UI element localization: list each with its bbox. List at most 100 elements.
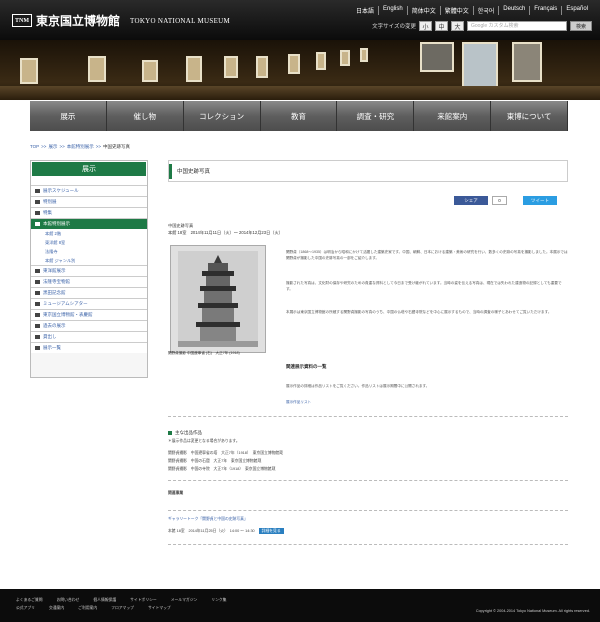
copyright: Copyright © 2004-2014 Tokyo National Mus…	[475, 609, 590, 613]
footer-link[interactable]: メールマガジン	[171, 598, 198, 603]
text-size-small-button[interactable]: 小	[419, 21, 432, 31]
footer-link[interactable]: フロアマップ	[111, 606, 134, 611]
lang-link[interactable]: 日本語	[352, 6, 378, 15]
twitter-share-button[interactable]: ツイート	[523, 196, 557, 205]
main-content: 中国史跡写真 シェア 0 ツイート 中国史跡写真 本館 18室 2014年11月…	[168, 160, 568, 545]
lang-link[interactable]: Français	[529, 6, 561, 15]
sidebar-item[interactable]: 過去の展示	[31, 320, 147, 331]
square-bullet-icon	[35, 222, 40, 226]
sidebar-subitem[interactable]: 東洋館 8室	[31, 238, 147, 247]
sidebar-item-label: ミュージアムシアター	[43, 301, 88, 306]
text-size-medium-button[interactable]: 中	[435, 21, 448, 31]
works-note: ＊展示作品は変更となる場合があります。	[168, 439, 240, 443]
footer-link[interactable]: 公式アプリ	[16, 606, 35, 611]
square-bullet-icon	[35, 291, 40, 295]
sidebar-item-label: 黒田記念館	[43, 290, 66, 295]
lang-link[interactable]: 简体中文	[406, 6, 440, 15]
search-button[interactable]: 検索	[570, 21, 592, 31]
sidebar-item-label: 過去の展示	[43, 323, 66, 328]
nav-item-research[interactable]: 調査・研究	[337, 101, 415, 131]
footer-link[interactable]: サイトマップ	[148, 606, 171, 611]
banner-artwork	[256, 56, 268, 78]
breadcrumb: TOP >> 展示 >> 本館特別展示 >> 中国史跡写真	[30, 144, 130, 150]
square-bullet-icon	[35, 313, 40, 317]
lang-link[interactable]: Deutsch	[498, 6, 529, 15]
section-description: 展示作品の詳細は作品リストをご覧ください。作品リストは展示期間中に公開されます。	[286, 384, 430, 388]
divider	[168, 544, 568, 545]
nav-item-visit[interactable]: 来館案内	[414, 101, 492, 131]
sidebar-subitem[interactable]: 本館 ジャンル別	[31, 256, 147, 265]
breadcrumb-separator: >>	[59, 144, 65, 149]
event-time-text: 本館 18室 2014年11月25日（火） 14:00 ～ 14:30	[168, 529, 255, 533]
lang-link[interactable]: 한국어	[472, 6, 499, 15]
photo-caption: 関野貞撮影 中国遼寧省 (右) 大正7年 (1918)	[168, 351, 240, 355]
sidebar-heading: 展示	[31, 161, 147, 177]
sidebar-item[interactable]: 貸出し	[31, 331, 147, 342]
footer-link[interactable]: サイトポリシー	[130, 598, 157, 603]
footer-link[interactable]: 交通案内	[49, 606, 64, 611]
banner-artwork	[462, 42, 498, 90]
square-bullet-icon	[35, 269, 40, 273]
nav-item-collection[interactable]: コレクション	[183, 101, 261, 131]
list-link[interactable]: 展示作品リスト	[286, 400, 568, 406]
sidebar-item[interactable]: 特別展	[31, 196, 147, 207]
nav-item-about[interactable]: 東博について	[491, 101, 569, 131]
work-item: 関野貞撮影 中国の寺院 大正7年（1918） 東京国立博物館蔵	[168, 467, 276, 471]
event-link[interactable]: ギャラリートーク「関野貞と中国の史跡写真」	[168, 516, 248, 522]
sidebar-item[interactable]: 黒田記念館	[31, 287, 147, 298]
breadcrumb-link[interactable]: 展示	[48, 144, 57, 150]
exhibit-meta: 中国史跡写真 本館 18室 2014年11月11日（火）～ 2014年12月23…	[168, 222, 283, 236]
lang-link[interactable]: English	[378, 6, 407, 15]
footer-link[interactable]: 個人情報保護	[93, 598, 116, 603]
sidebar-item-label: 法隆寺宝物館	[43, 279, 70, 284]
nav-item-exhibitions[interactable]: 展示	[30, 101, 107, 131]
lang-link[interactable]: 繁體中文	[439, 6, 473, 15]
nav-item-education[interactable]: 教育	[260, 101, 338, 131]
event-detail-button[interactable]: 詳細を見る	[258, 528, 284, 534]
lang-link[interactable]: Español	[561, 6, 592, 15]
banner-floor	[0, 86, 600, 100]
sidebar-item[interactable]: 特集	[31, 207, 147, 218]
footer-link[interactable]: リンク集	[211, 598, 226, 603]
event-time: 本館 18室 2014年11月25日（火） 14:00 ～ 14:30 詳細を見る	[168, 528, 284, 534]
sidebar-item[interactable]: 東洋館展示	[31, 265, 147, 276]
banner-artwork	[88, 56, 106, 82]
sidebar-item-label: 展示一覧	[43, 345, 61, 350]
nav-item-events[interactable]: 催し物	[106, 101, 184, 131]
square-bullet-icon	[35, 200, 40, 204]
breadcrumb-link[interactable]: TOP	[30, 144, 39, 150]
banner-artwork	[420, 42, 454, 72]
sidebar-item-label: 東京国立博物館・表慶館	[43, 312, 93, 317]
sidebar-item-label: 東洋館展示	[43, 268, 66, 273]
footer-link[interactable]: お問い合わせ	[57, 598, 80, 603]
footer-link[interactable]: ご利用案内	[78, 606, 97, 611]
header-tools: 文字サイズの変更 小 中 大 Google カスタム検索 検索	[372, 21, 592, 31]
facebook-share-button[interactable]: シェア	[454, 196, 488, 205]
divider	[168, 480, 568, 481]
work-item: 関野貞撮影 中国の石窟 大正7年 東京国立博物館蔵	[168, 459, 262, 463]
square-bullet-icon	[168, 431, 172, 435]
banner-artwork	[186, 56, 202, 82]
sidebar-item[interactable]: ミュージアムシアター	[31, 298, 147, 309]
share-count: 0	[492, 196, 507, 205]
sidebar-subitem[interactable]: 本館 2階	[31, 229, 147, 238]
sidebar-item[interactable]: 展示スケジュール	[31, 185, 147, 196]
sidebar-subitem[interactable]: 法隆寺	[31, 247, 147, 256]
sidebar-item-active[interactable]: 本館特別展示	[31, 218, 147, 229]
site-logo[interactable]: TNM 東京国立博物館 TOKYO NATIONAL MUSEUM	[12, 12, 230, 29]
banner-artwork	[512, 42, 542, 82]
breadcrumb-link[interactable]: 本館特別展示	[67, 144, 94, 150]
text-size-large-button[interactable]: 大	[451, 21, 464, 31]
footer-link[interactable]: よくあるご質問	[16, 598, 43, 603]
sidebar-spacer	[31, 177, 147, 185]
sidebar-item[interactable]: 東京国立博物館・表慶館	[31, 309, 147, 320]
sidebar-item[interactable]: 展示一覧	[31, 342, 147, 353]
search-input[interactable]: Google カスタム検索	[467, 21, 567, 31]
square-bullet-icon	[35, 302, 40, 306]
sidebar-item[interactable]: 法隆寺宝物館	[31, 276, 147, 287]
body-paragraph: 撮影された写真は、文化財の保存や研究のための貴重な資料として今日まで受け継がれて…	[286, 281, 562, 291]
site-name-jp: 東京国立博物館	[36, 14, 121, 28]
work-item: 関野貞撮影 中国遼寧省の塔 大正7年（1918） 東京国立博物館蔵	[168, 451, 283, 455]
square-bullet-icon	[35, 280, 40, 284]
banner-artwork	[340, 50, 350, 66]
